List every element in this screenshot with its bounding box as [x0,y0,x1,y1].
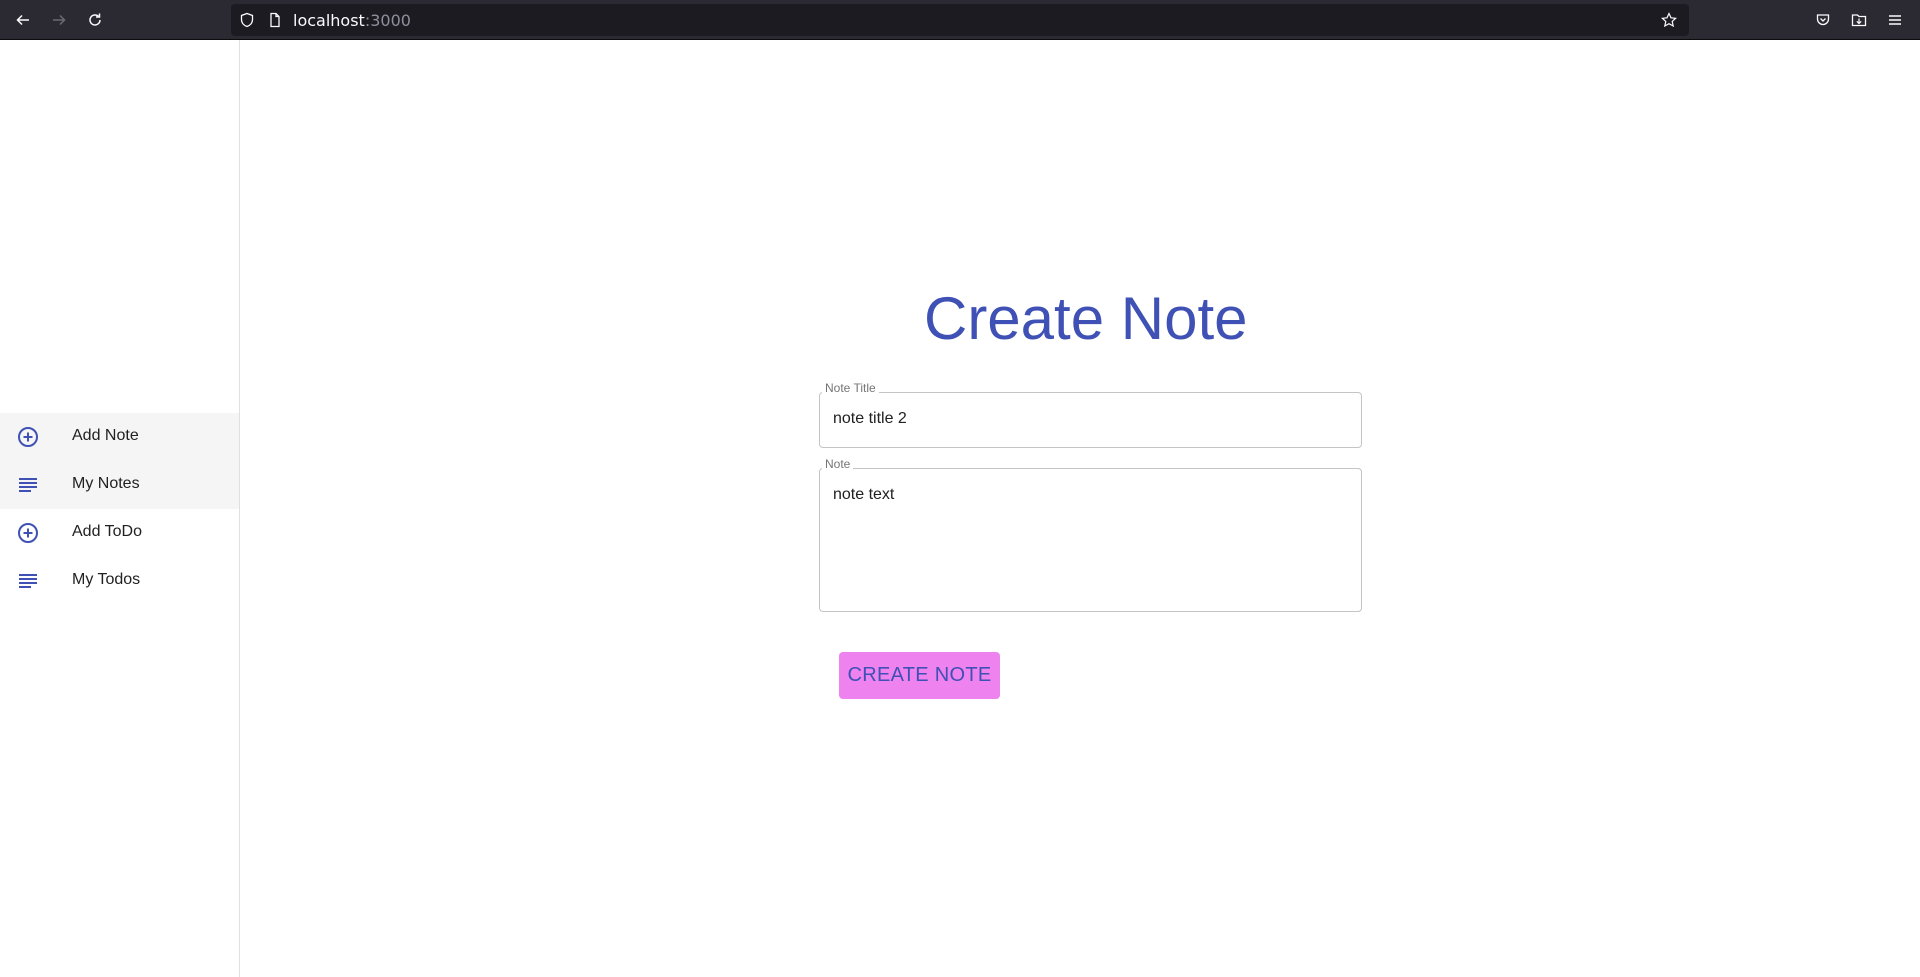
list-icon [19,478,37,492]
sidebar-item-label: My Todos [72,571,141,588]
note-text-label: Note [822,457,854,471]
main-content: Create Note Note Title note title 2 Note… [241,40,1920,977]
reload-icon [89,13,101,26]
pocket-button[interactable] [1809,6,1837,34]
sidebar-item-add-todo[interactable]: Add ToDo [0,509,239,557]
menu-button[interactable] [1881,6,1909,34]
star-icon[interactable] [1661,12,1677,28]
sidebar-item-label: Add ToDo [72,523,142,540]
back-button[interactable] [9,6,37,34]
sidebar-item-my-notes[interactable]: My Notes [0,461,239,509]
list-icon [19,574,37,588]
arrow-right-icon [53,14,66,26]
downloads-button[interactable] [1845,6,1873,34]
sidebar-item-label: My Notes [72,475,140,492]
reload-button[interactable] [81,6,109,34]
note-text-input[interactable]: note text [833,486,894,504]
create-note-button[interactable]: CREATE NOTE [839,652,1000,699]
add-circle-icon [18,523,38,543]
page-icon[interactable] [267,12,283,28]
note-title-label: Note Title [822,381,879,395]
hamburger-menu-icon [1889,15,1901,25]
pocket-icon [1816,14,1830,26]
sidebar-item-add-note[interactable]: Add Note [0,413,239,461]
url-text[interactable]: localhost:3000 [293,11,411,30]
sidebar-item-my-todos[interactable]: My Todos [0,557,239,605]
note-text-field[interactable]: Note note text [819,457,1362,612]
browser-toolbar: localhost:3000 [0,0,1920,40]
arrow-left-icon [16,14,29,26]
page-title: Create Note [924,285,1248,352]
shield-icon[interactable] [239,12,255,28]
address-bar[interactable]: localhost:3000 [231,4,1689,36]
note-title-input[interactable]: note title 2 [833,410,907,428]
folder-download-icon [1851,14,1867,27]
forward-button[interactable] [45,6,73,34]
url-port: :3000 [364,11,411,30]
sidebar-nav: Add Note My Notes Add ToDo My Todos [0,413,239,605]
add-circle-icon [18,427,38,447]
url-host: localhost [293,11,365,30]
sidebar-item-label: Add Note [72,427,139,444]
note-title-field[interactable]: Note Title note title 2 [819,381,1362,448]
sidebar: Add Note My Notes Add ToDo My Todos [0,40,240,977]
